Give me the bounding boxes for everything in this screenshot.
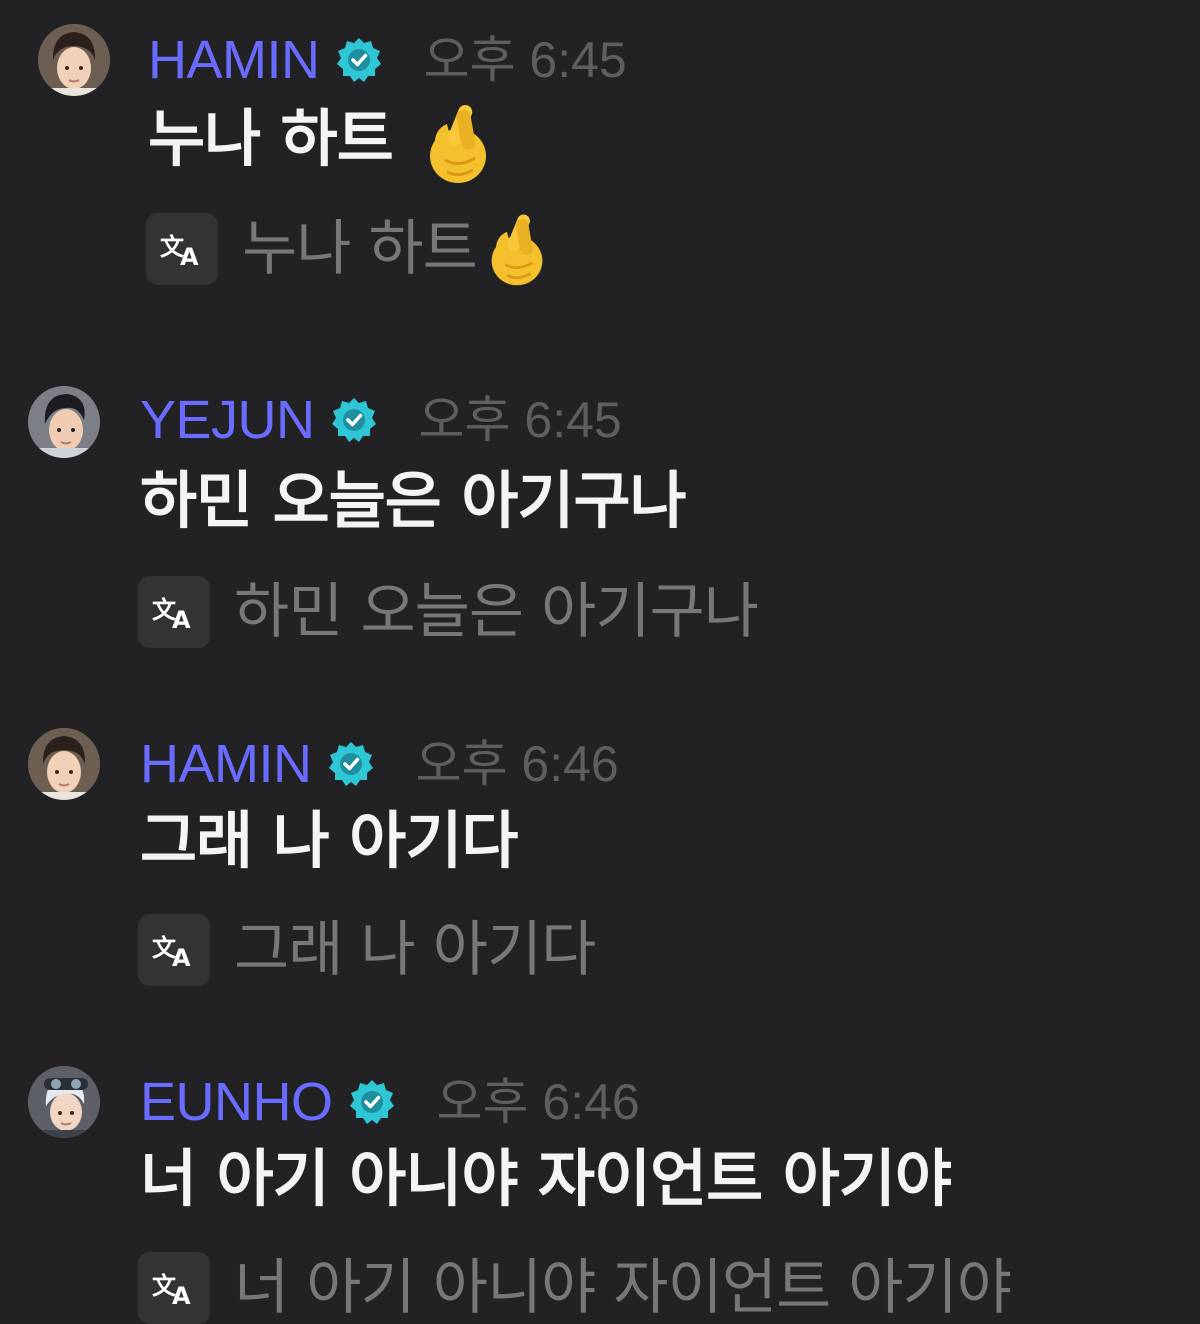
message-text-row: 누나 하트 bbox=[148, 100, 491, 186]
svg-text:A: A bbox=[180, 243, 199, 269]
translate-icon: 文 A bbox=[152, 934, 191, 970]
sender-name[interactable]: YEJUN bbox=[140, 393, 315, 447]
svg-text:A: A bbox=[172, 606, 191, 632]
avatar[interactable] bbox=[28, 1066, 100, 1138]
timestamp: 오후 6:46 bbox=[415, 736, 619, 792]
message-text[interactable]: 누나 하트 bbox=[148, 102, 394, 175]
translate-button[interactable]: 文 A bbox=[138, 914, 210, 986]
translation-text: 하민 오늘은 아기구나 bbox=[234, 577, 759, 647]
translation-text: 누나 하트 bbox=[242, 214, 478, 284]
avatar-eunho-icon bbox=[28, 1066, 100, 1138]
svg-text:A: A bbox=[172, 944, 191, 970]
timestamp: 오후 6:45 bbox=[418, 392, 622, 448]
translation-text: 그래 나 아기다 bbox=[234, 915, 596, 985]
timestamp: 오후 6:45 bbox=[423, 32, 627, 88]
sender-name[interactable]: HAMIN bbox=[140, 737, 312, 791]
avatar-hamin-icon bbox=[28, 728, 100, 800]
avatar[interactable] bbox=[28, 386, 100, 458]
chat-thread: HAMIN 오후 6:45 누나 하트 文 A 누나 하트 YEJUN 오후 6… bbox=[0, 0, 1200, 1324]
avatar[interactable] bbox=[28, 728, 100, 800]
verified-badge-icon bbox=[328, 742, 373, 786]
message-text[interactable]: 그래 나 아기다 bbox=[140, 810, 518, 872]
finger-heart-emoji-icon bbox=[430, 105, 487, 183]
verified-badge-icon bbox=[331, 398, 376, 442]
message-text[interactable]: 하민 오늘은 아기구나 bbox=[140, 470, 687, 532]
translate-icon: 文 A bbox=[160, 233, 199, 269]
avatar[interactable] bbox=[38, 24, 110, 96]
translate-button[interactable]: 文 A bbox=[146, 213, 218, 285]
translate-button[interactable]: 文 A bbox=[138, 1252, 210, 1324]
sender-name[interactable]: HAMIN bbox=[148, 33, 320, 87]
message-text[interactable]: 너 아기 아니야 자이언트 아기야 bbox=[140, 1148, 952, 1210]
svg-text:A: A bbox=[172, 1282, 191, 1308]
avatar-hamin-icon bbox=[38, 24, 110, 96]
translate-icon: 文 A bbox=[152, 1272, 191, 1308]
translate-icon: 文 A bbox=[152, 596, 191, 632]
avatar-yejun-icon bbox=[28, 386, 100, 458]
timestamp: 오후 6:46 bbox=[436, 1074, 640, 1130]
verified-badge-icon bbox=[349, 1080, 394, 1124]
sender-name[interactable]: EUNHO bbox=[140, 1075, 333, 1129]
verified-badge-icon bbox=[336, 38, 381, 82]
finger-heart-emoji-icon bbox=[491, 214, 543, 286]
translate-button[interactable]: 文 A bbox=[138, 576, 210, 648]
translation-text: 너 아기 아니야 자이언트 아기야 bbox=[234, 1253, 1012, 1323]
